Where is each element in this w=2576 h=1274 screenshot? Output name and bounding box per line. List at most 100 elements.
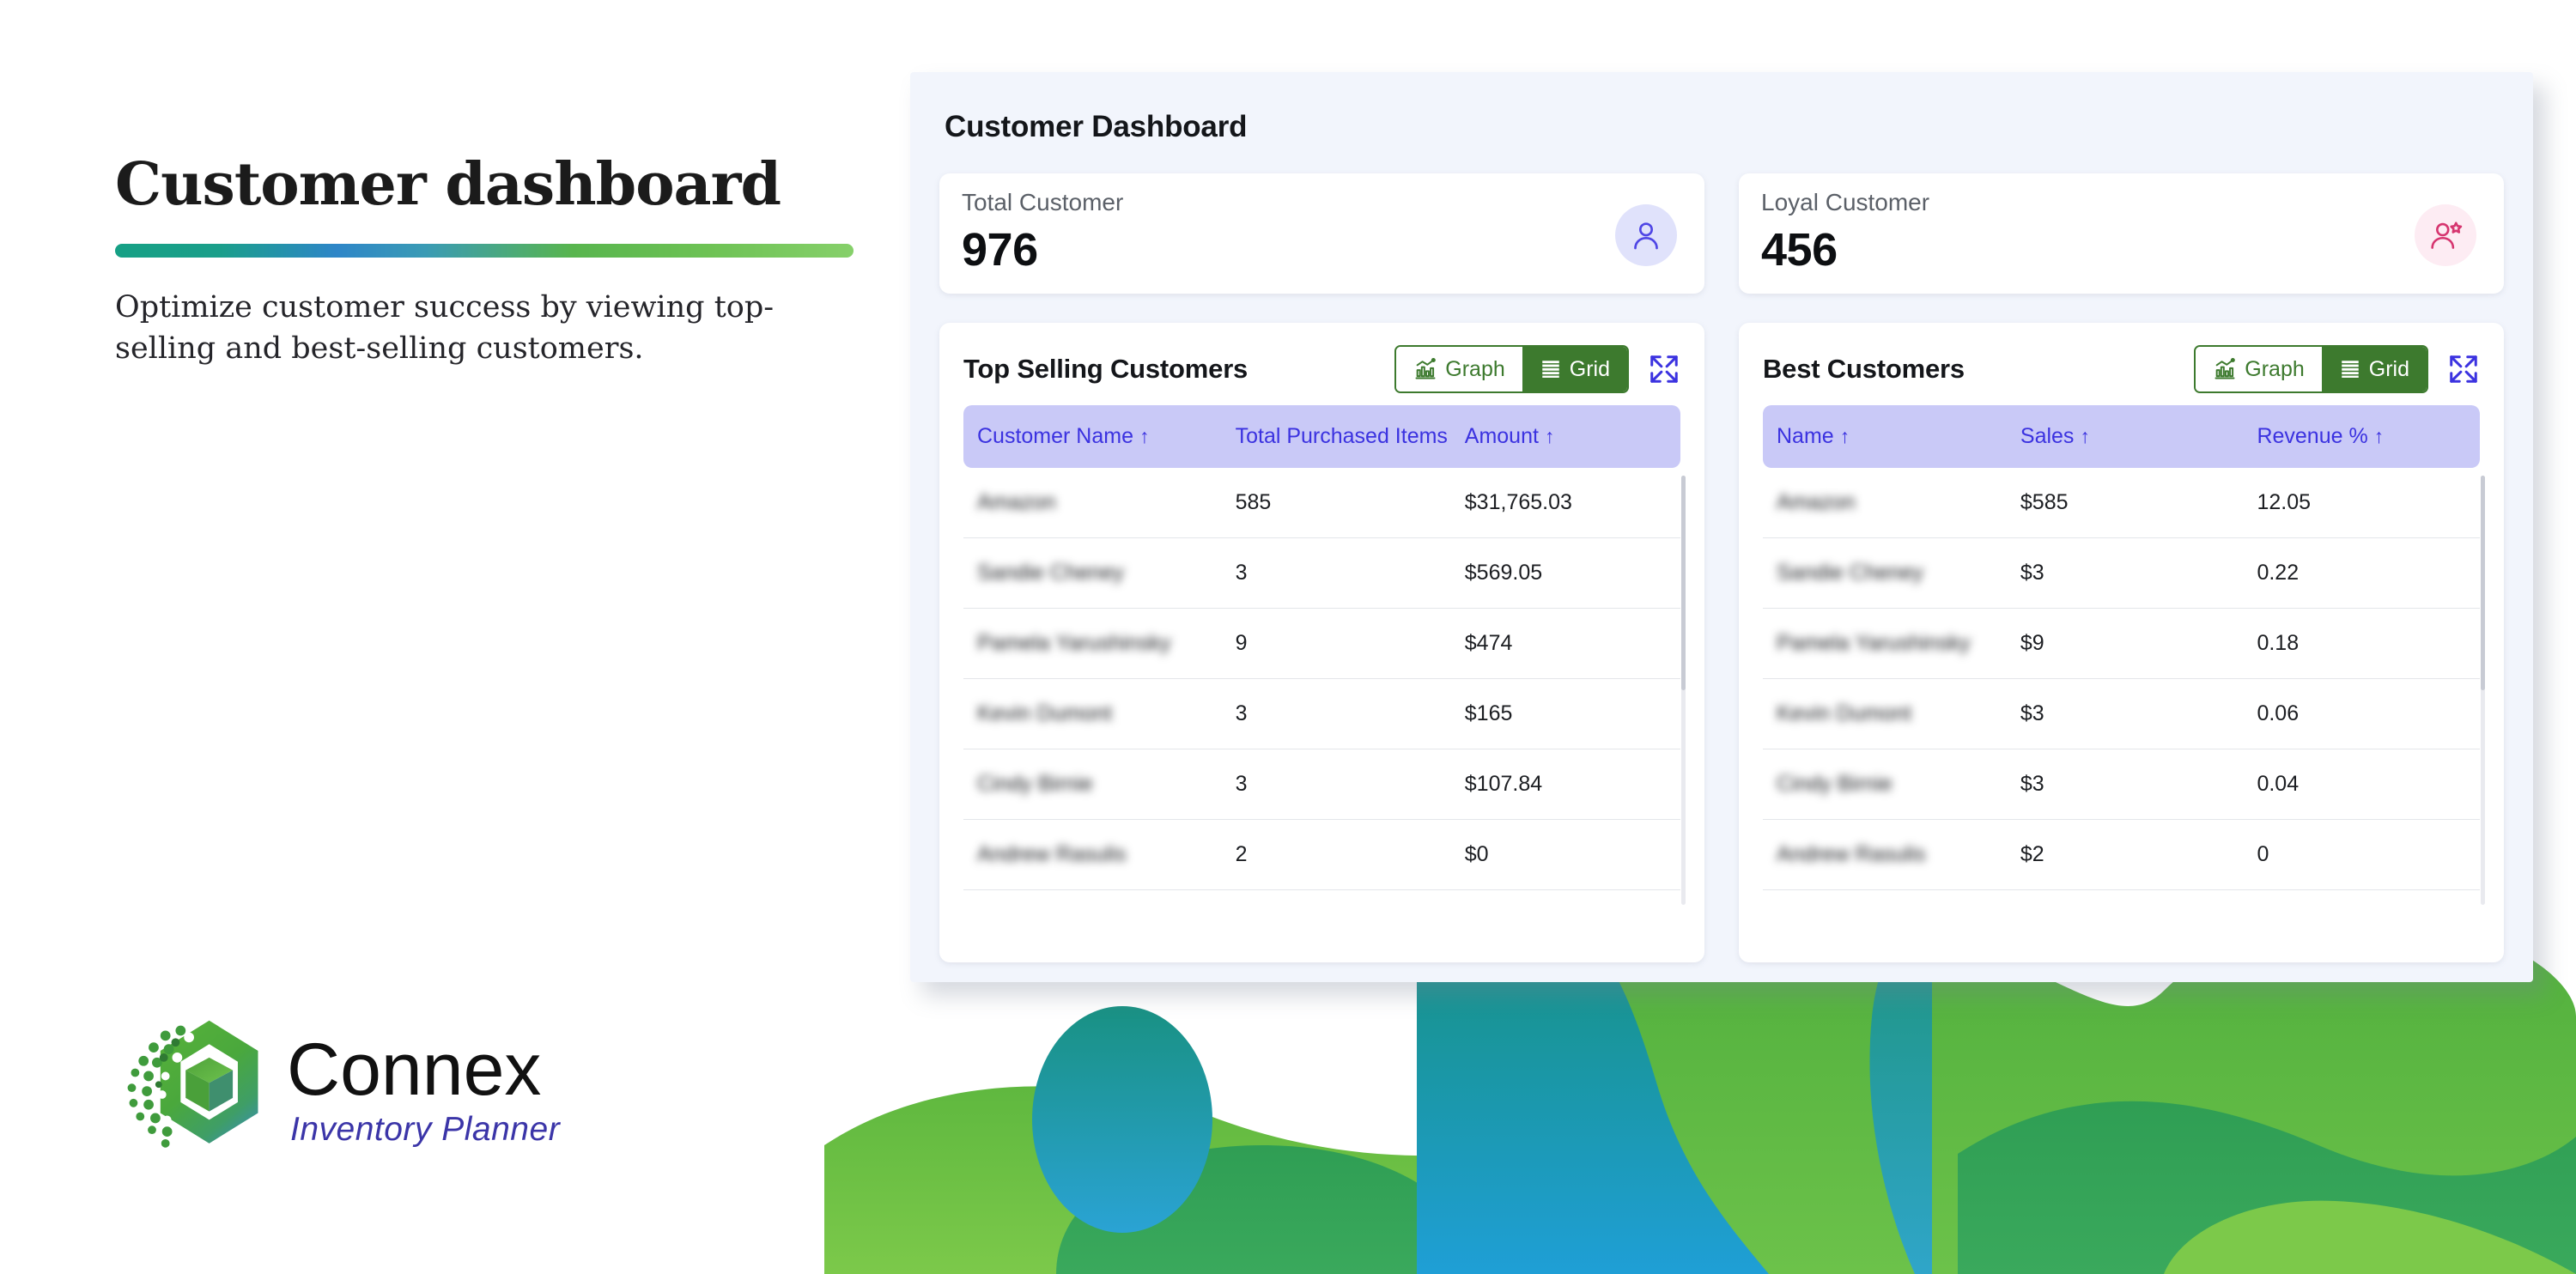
kpi-label: Total Customer [962,189,1124,215]
kpi-label: Loyal Customer [1761,189,1930,215]
user-star-icon [2415,204,2476,266]
chart-icon [1415,357,1437,379]
column-header-revenue-percent[interactable]: Revenue % ↑ [2243,405,2480,468]
kpi-card-loyal-customer[interactable]: Loyal Customer 456 [1739,173,2504,294]
cell-items: 3 [1221,749,1451,820]
dashboard-title: Customer Dashboard [945,110,1248,143]
grid-icon [1542,361,1559,378]
cell-items: 2 [1221,819,1451,890]
table-row[interactable]: Pamela Yarushinsky $9 0.18 [1763,608,2480,679]
column-header-sales[interactable]: Sales ↑ [2007,405,2244,468]
expand-panel-button[interactable] [1648,353,1680,385]
cell-customer-name: Sandie Cheney [963,537,1222,609]
table-row[interactable]: Kevin Dumont $3 0.06 [1763,678,2480,749]
expand-panel-button[interactable] [2447,353,2480,385]
cell-amount: $107.84 [1450,749,1680,820]
column-label: Total Purchased Items [1235,424,1448,448]
expand-icon [1650,355,1678,383]
cell-sales: $3 [2006,678,2244,749]
table-row[interactable]: Sandie Cheney 3 $569.05 [963,537,1680,609]
graph-view-label: Graph [2245,356,2305,381]
cell-name: Sandie Cheney [1763,537,2007,609]
table-row[interactable]: Andrew Rasulis 2 $0 [963,819,1680,890]
view-toggle-group[interactable]: Graph Grid [1394,345,1629,393]
graph-view-button[interactable]: Graph [1396,347,1522,391]
cell-revenue: 0.22 [2243,537,2480,609]
table-header-row: Name ↑ Sales ↑ Revenue % ↑ [1763,405,2480,468]
kpi-card-total-customer[interactable]: Total Customer 976 [939,173,1704,294]
cell-revenue: 0.06 [2243,678,2480,749]
cell-items: 585 [1221,468,1451,538]
sort-ascending-icon: ↑ [1839,425,1850,447]
table-scrollbar[interactable] [1681,476,1686,905]
grid-view-label: Grid [2368,356,2409,381]
grid-view-button[interactable]: Grid [1522,347,1627,391]
sort-ascending-icon: ↑ [1139,425,1150,447]
user-icon [1615,204,1677,266]
sort-ascending-icon: ↑ [2373,425,2385,447]
column-label: Customer Name [977,424,1133,448]
cell-customer-name: Pamela Yarushinsky [963,608,1222,679]
column-label: Amount [1464,424,1539,448]
panel-tools: Graph Grid [1394,345,1680,393]
column-header-total-purchased-items[interactable]: Total Purchased Items [1222,405,1451,468]
table-row[interactable]: Amazon 585 $31,765.03 [963,468,1680,538]
column-header-name[interactable]: Name ↑ [1763,405,2007,468]
cell-amount: $474 [1450,608,1680,679]
cell-revenue: 0.04 [2243,749,2480,820]
logo-wordmark: Connex [287,1028,542,1112]
cell-amount: $165 [1450,678,1680,749]
cell-customer-name: Andrew Rasulis [963,819,1222,890]
column-header-amount[interactable]: Amount ↑ [1451,405,1680,468]
column-header-customer-name[interactable]: Customer Name ↑ [963,405,1222,468]
cell-amount: $31,765.03 [1450,468,1680,538]
table-row[interactable]: Amazon $585 12.05 [1763,468,2480,538]
cell-amount: $0 [1450,819,1680,890]
grid-view-label: Grid [1569,356,1610,381]
kpi-row: Total Customer 976 Loyal Customer 456 [939,173,2504,294]
panel-header: Top Selling Customers Graph Grid [963,343,1680,395]
logo-tagline: Inventory Planner [290,1110,561,1148]
table-row[interactable]: Cindy Birnie $3 0.04 [1763,749,2480,820]
view-toggle-group[interactable]: Graph Grid [2194,345,2428,393]
column-label: Sales [2020,424,2075,448]
page-subtitle: Optimize customer success by viewing top… [115,290,775,367]
page-title: Customer dashboard [115,150,781,219]
column-label: Revenue % [2257,424,2368,448]
table-row[interactable]: Andrew Rasulis $2 0 [1763,819,2480,890]
hero-column: Customer dashboard Optimize customer suc… [0,0,910,1274]
cell-amount: $569.05 [1450,537,1680,609]
connex-hex-logo-icon [127,1020,258,1148]
graph-view-label: Graph [1445,356,1505,381]
table-row[interactable]: Sandie Cheney $3 0.22 [1763,537,2480,609]
cell-customer-name: Cindy Birnie [963,749,1222,820]
kpi-value: 456 [1761,224,1838,276]
cell-name: Andrew Rasulis [1763,819,2007,890]
cell-sales: $3 [2006,749,2244,820]
chart-icon [2215,357,2236,379]
cell-revenue: 12.05 [2243,468,2480,538]
cell-name: Pamela Yarushinsky [1763,608,2007,679]
title-underline-gradient [115,244,854,258]
panel-top-selling-customers: Top Selling Customers Graph Grid Custome… [939,323,1704,962]
panel-header: Best Customers Graph Grid [1763,343,2480,395]
cell-sales: $3 [2006,537,2244,609]
table-row[interactable]: Cindy Birnie 3 $107.84 [963,749,1680,820]
table-row[interactable]: Pamela Yarushinsky 9 $474 [963,608,1680,679]
scrollbar-thumb[interactable] [1681,476,1686,690]
grid-icon [2342,361,2359,378]
graph-view-button[interactable]: Graph [2196,347,2322,391]
cell-revenue: 0 [2243,819,2480,890]
cell-name: Cindy Birnie [1763,749,2007,820]
cell-revenue: 0.18 [2243,608,2480,679]
scrollbar-thumb[interactable] [2481,476,2485,690]
grid-view-button[interactable]: Grid [2321,347,2427,391]
kpi-value: 976 [962,224,1038,276]
expand-icon [2450,355,2477,383]
best-customers-table: Name ↑ Sales ↑ Revenue % ↑ Amazon $585 12.… [1763,405,2480,890]
table-scrollbar[interactable] [2481,476,2485,905]
panel-best-customers: Best Customers Graph Grid Name ↑ Sales ↑… [1739,323,2504,962]
table-row[interactable]: Kevin Dumont 3 $165 [963,678,1680,749]
customer-dashboard-panel: Customer Dashboard Total Customer 976 Lo… [910,72,2533,982]
panels-row: Top Selling Customers Graph Grid Custome… [939,323,2504,962]
